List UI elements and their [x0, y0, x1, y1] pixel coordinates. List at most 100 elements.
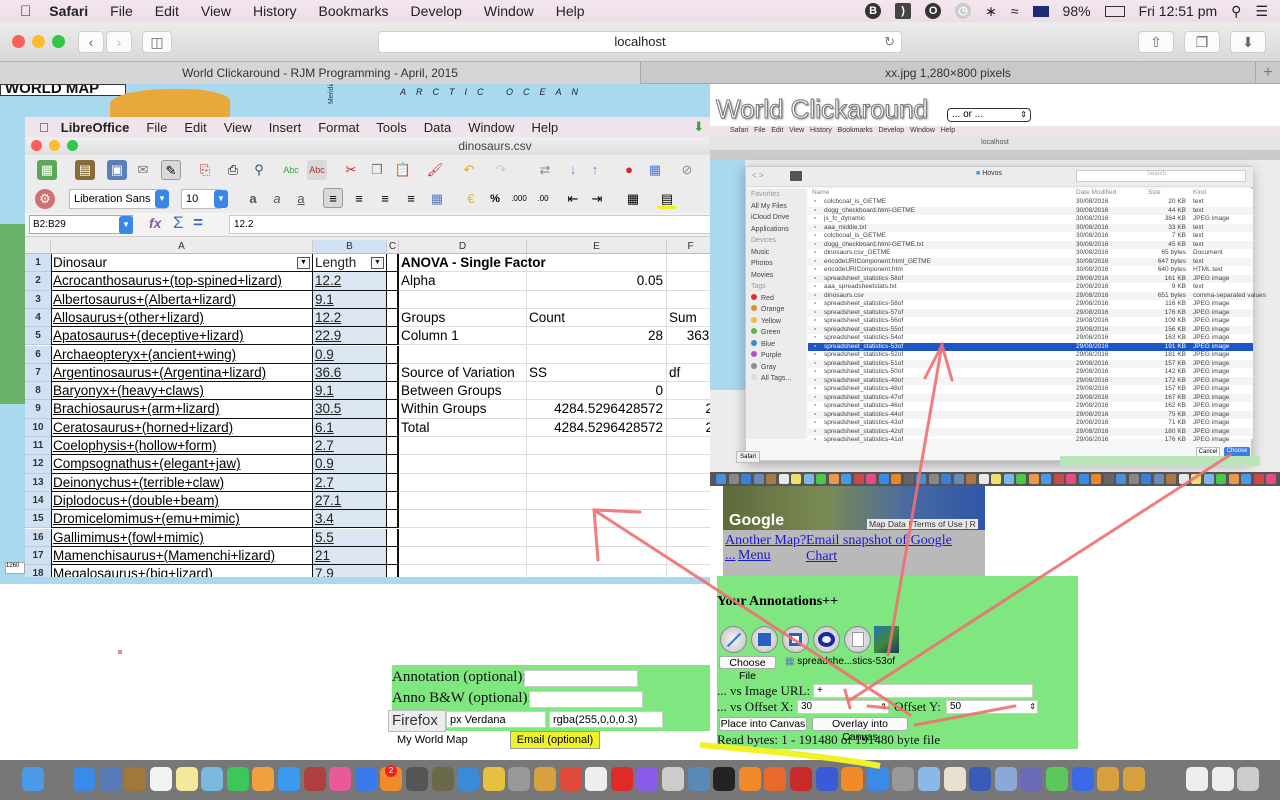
sidebar-tag[interactable]: Red	[746, 293, 806, 305]
file-row[interactable]: ▫ spreadsheet_statistics-52of 29/08/2016 18…	[808, 351, 1253, 360]
google-map[interactable]: Google Map Data | Terms of Use | R	[723, 486, 985, 530]
cell-a[interactable]: Archaeopteryx+(ancient+wing)	[51, 345, 313, 364]
row-header[interactable]: 17	[25, 546, 51, 566]
cell-d[interactable]: Total	[399, 418, 527, 437]
lo-menu-app[interactable]: LibreOffice	[61, 120, 130, 135]
cell-d[interactable]	[399, 491, 527, 511]
offset-x-input[interactable]: 30 ⇕	[797, 700, 889, 714]
cell-e[interactable]: 4284.5296428572	[527, 400, 667, 419]
sidebar-settings-icon[interactable]: ⚙	[35, 189, 55, 209]
cell-e[interactable]	[527, 254, 667, 273]
cell-c[interactable]	[387, 363, 399, 383]
cell-c[interactable]	[387, 528, 399, 547]
row-header[interactable]: 15	[25, 510, 51, 529]
cell-f[interactable]: 2	[667, 400, 710, 419]
cell-d[interactable]	[399, 528, 527, 547]
row-header[interactable]: 18	[25, 565, 51, 577]
back-button[interactable]: ‹	[78, 31, 104, 53]
add-decimal-icon[interactable]: .000	[509, 189, 529, 209]
sum-icon[interactable]: Σ	[173, 213, 184, 233]
sidebar-tag[interactable]: Purple	[746, 350, 806, 362]
increase-indent-icon[interactable]: ⇥	[587, 189, 607, 209]
dock-icon-chrome[interactable]	[559, 767, 582, 791]
dock-icon-avast[interactable]	[738, 767, 761, 791]
sync-status-icon[interactable]: O	[925, 3, 942, 19]
align-left-icon[interactable]: ≡	[323, 188, 343, 208]
menu-window[interactable]: Window	[484, 3, 534, 19]
file-row[interactable]: ▫ spreadsheet_statistics-58of 29/08/2016 11…	[808, 300, 1253, 309]
clock[interactable]: Fri 12:51 pm	[1139, 3, 1218, 19]
cell-b[interactable]: 7.9	[313, 565, 387, 577]
cell-e[interactable]	[527, 565, 667, 577]
cell-b[interactable]: Length ▼	[313, 254, 387, 273]
ellipse-tool-button[interactable]	[813, 626, 840, 653]
cell-c[interactable]	[387, 327, 399, 346]
cell-e[interactable]	[527, 528, 667, 547]
cell-c[interactable]	[387, 510, 399, 529]
row-header[interactable]: 4	[25, 308, 51, 328]
borders-icon[interactable]: ▦	[623, 189, 643, 209]
cell-a[interactable]: Acrocanthosaurus+(top-spined+lizard)	[51, 272, 313, 291]
cell-b[interactable]: 0.9	[313, 345, 387, 364]
download-status-icon[interactable]: ⬇	[693, 119, 704, 135]
audio-status-icon[interactable]: )	[895, 3, 912, 19]
column-header-b[interactable]: B	[313, 240, 387, 254]
file-row[interactable]: ▫ spreadsheet_statistics-58of 29/08/2016 16…	[808, 274, 1253, 283]
cell-a[interactable]: Dromicelomimus+(emu+mimic)	[51, 510, 313, 529]
cell-a[interactable]: Deinonychus+(terrible+claw)	[51, 473, 313, 492]
dock-icon-itunes[interactable]	[329, 767, 352, 791]
file-row[interactable]: ▫ encodeURIComponent.html_GETME 30/08/2016…	[808, 257, 1253, 266]
cell-d[interactable]	[399, 565, 527, 577]
sidebar-favorite[interactable]: Applications	[746, 224, 806, 236]
wifi-icon[interactable]: ≈	[1011, 3, 1019, 19]
cell-c[interactable]	[387, 473, 399, 492]
cell-e[interactable]	[527, 473, 667, 492]
new-tab-button[interactable]: +	[1255, 62, 1280, 84]
cell-f[interactable]	[667, 254, 710, 273]
dock-icon-safari[interactable]	[73, 767, 96, 791]
find-replace-icon[interactable]: ⇄	[535, 160, 555, 180]
file-row[interactable]: ▫ spreadsheet_statistics-53of 29/08/2016 19…	[808, 342, 1253, 351]
cell-d[interactable]	[399, 510, 527, 529]
menu-link[interactable]: Menu	[738, 548, 771, 564]
cell-d[interactable]: Column 1	[399, 327, 527, 346]
dock-icon-preview[interactable]	[98, 767, 121, 791]
decrease-indent-icon[interactable]: ⇤	[563, 189, 583, 209]
cell-b[interactable]: 12.2	[313, 272, 387, 291]
currency-icon[interactable]: €	[461, 189, 481, 209]
sidebar-place[interactable]: Movies	[746, 270, 806, 282]
dock-icon-filezilla[interactable]	[790, 767, 812, 791]
autofilter-dropdown-icon[interactable]: ▼	[297, 257, 310, 269]
dock-icon-virtualbox[interactable]	[918, 767, 940, 791]
dock-icon-application[interactable]	[1097, 767, 1120, 791]
ellipsis-link[interactable]: ...	[725, 548, 736, 564]
cell-a[interactable]: Dinosaur ▼	[51, 254, 313, 273]
save-icon[interactable]: ▣	[107, 160, 127, 180]
dialog-file-list[interactable]: Name Date Modified Size Kind ▫ colcbcoal_is_G…	[808, 189, 1266, 443]
cell-b[interactable]: 30.5	[313, 400, 387, 419]
dock-icon-opera[interactable]	[610, 767, 633, 791]
row-header[interactable]: 12	[25, 455, 51, 474]
email-icon[interactable]: ✉	[133, 160, 153, 180]
embedded-screenshot[interactable]: Safari File Edit View History Bookmarks …	[710, 126, 1280, 486]
sidebar-toggle-icon[interactable]: ◫	[142, 31, 172, 53]
cell-a[interactable]: Baryonyx+(heavy+claws)	[51, 382, 313, 401]
copy-icon[interactable]: ❐	[367, 160, 387, 180]
dialog-back-icon[interactable]: < >	[752, 171, 764, 180]
cell-e[interactable]	[527, 455, 667, 474]
cell-d[interactable]: Between Groups	[399, 382, 527, 401]
dock-icon-gimp[interactable]	[431, 767, 454, 791]
new-document-icon[interactable]: ▦	[37, 160, 57, 180]
function-wizard-icon[interactable]: fx	[149, 215, 161, 231]
offset-y-stepper-icon[interactable]: ⇕	[1029, 701, 1036, 713]
cell-d[interactable]: Groups	[399, 308, 527, 328]
apple-menu-icon[interactable]: 	[39, 120, 49, 135]
dock-icon-mercury[interactable]	[1071, 767, 1094, 791]
place-into-canvas-button[interactable]: Place into Canvas	[719, 717, 807, 731]
cell-a[interactable]: Diplodocus+(double+beam)	[51, 491, 313, 511]
file-row[interactable]: ▫ colcbcoal_is_GETME 30/08/2016 20 KB text	[808, 198, 1253, 207]
cell-e[interactable]	[527, 345, 667, 364]
autospellcheck-icon[interactable]: Abc	[307, 160, 327, 180]
cell-e[interactable]: Count	[527, 308, 667, 328]
cell-e[interactable]	[527, 510, 667, 529]
